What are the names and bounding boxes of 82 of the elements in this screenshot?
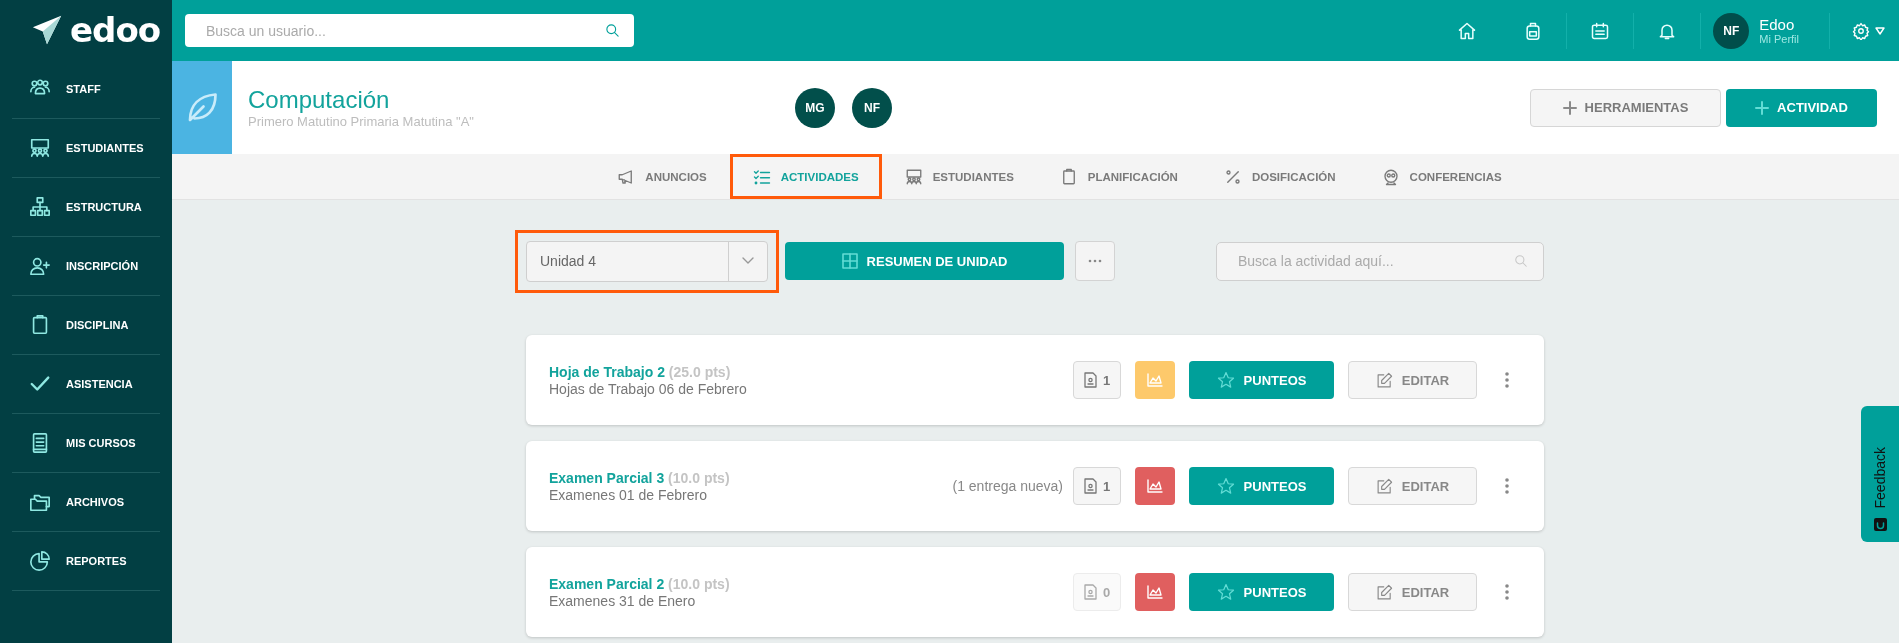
edit-button[interactable]: EDITAR	[1348, 573, 1477, 611]
grades-button[interactable]: PUNTEOS	[1189, 573, 1334, 611]
tab[interactable]: ESTUDIANTES	[881, 154, 1037, 199]
user-name: Edoo	[1759, 16, 1796, 33]
logo-text: edoo	[70, 13, 161, 47]
area-chart-icon	[1147, 479, 1163, 493]
chat-icon	[1873, 518, 1887, 531]
calendar-icon[interactable]	[1590, 20, 1611, 41]
ellipsis-icon	[1088, 259, 1102, 263]
classroom-icon	[904, 167, 923, 186]
area-chart-icon	[1147, 585, 1163, 599]
sidebar-item[interactable]: ESTUDIANTES	[66, 142, 144, 154]
activity-subtitle: Hojas de Trabajo 06 de Febrero	[549, 380, 747, 397]
search-icon	[1514, 253, 1528, 268]
course-title: Computación	[248, 86, 391, 114]
tab[interactable]: PLANIFICACIÓN	[1036, 154, 1201, 199]
kebab-menu-icon[interactable]	[1505, 372, 1509, 388]
add-user-icon	[29, 255, 51, 277]
edit-button[interactable]: EDITAR	[1348, 467, 1477, 505]
tab[interactable]: CONFERENCIAS	[1358, 154, 1525, 199]
profile-link[interactable]: Mi Perfil	[1759, 33, 1799, 45]
unit-dropdown[interactable]: Unidad 4	[526, 240, 768, 282]
teacher-avatar[interactable]: MG	[795, 87, 835, 128]
activity-title[interactable]: Examen Parcial 3 (10.0 pts)	[549, 469, 730, 486]
new-submission-note: (1 entrega nueva)	[952, 478, 1063, 494]
sidebar-item[interactable]: ARCHIVOS	[66, 496, 125, 508]
grid-icon	[841, 253, 858, 269]
classroom-icon	[29, 137, 51, 159]
star-icon	[1216, 583, 1235, 601]
document-icon	[1083, 584, 1097, 600]
activity-title[interactable]: Hoja de Trabajo 2 (25.0 pts)	[549, 363, 747, 380]
kebab-menu-icon[interactable]	[1505, 584, 1509, 600]
webcam-icon	[1381, 167, 1400, 186]
star-icon	[1216, 371, 1235, 389]
tools-button[interactable]: HERRAMIENTAS	[1530, 88, 1721, 127]
pie-chart-icon	[29, 550, 51, 572]
search-icon	[605, 23, 620, 38]
stats-button[interactable]	[1135, 573, 1175, 611]
teacher-avatar[interactable]: NF	[852, 87, 892, 128]
document-icon	[1083, 372, 1097, 388]
activity-search-field[interactable]: Busca la actividad aquí...	[1216, 241, 1544, 281]
sidebar-item[interactable]: ASISTENCIA	[66, 378, 133, 390]
submissions-button[interactable]: 1	[1073, 361, 1121, 399]
stats-button[interactable]	[1135, 467, 1175, 505]
caret-icon	[1875, 26, 1885, 35]
tab[interactable]: DOSIFICACIÓN	[1200, 154, 1359, 199]
sidebar-item[interactable]: INSCRIPCIÓN	[66, 260, 139, 272]
grades-button[interactable]: PUNTEOS	[1189, 361, 1334, 399]
unit-summary-button[interactable]: RESUMEN DE UNIDAD	[785, 242, 1064, 280]
sidebar-item[interactable]: DISCIPLINA	[66, 319, 129, 331]
settings-icon[interactable]	[1852, 21, 1870, 40]
add-activity-button[interactable]: ACTIVIDAD	[1726, 88, 1877, 127]
plus-icon	[1562, 100, 1577, 115]
sidebar-item[interactable]: STAFF	[66, 83, 101, 95]
percent-icon	[1223, 167, 1242, 186]
tab[interactable]: ACTIVIDADES	[729, 154, 882, 199]
area-chart-icon	[1147, 373, 1163, 387]
edit-button[interactable]: EDITAR	[1348, 361, 1477, 399]
submissions-button[interactable]: 1	[1073, 467, 1121, 505]
user-avatar[interactable]: NF	[1713, 12, 1750, 49]
sidebar-item[interactable]: REPORTES	[66, 555, 127, 567]
sidebar-item[interactable]: ESTRUCTURA	[66, 201, 142, 213]
activity-title[interactable]: Examen Parcial 2 (10.0 pts)	[549, 575, 730, 592]
star-icon	[1216, 477, 1235, 495]
home-icon[interactable]	[1457, 20, 1478, 41]
edit-icon	[1375, 477, 1393, 495]
document-icon	[1083, 478, 1097, 494]
hierarchy-icon	[29, 196, 51, 218]
course-subtitle: Primero Matutino Primaria Matutina "A"	[248, 114, 475, 129]
chevron-icon	[742, 257, 754, 265]
edit-icon	[1375, 371, 1393, 389]
sidebar-item[interactable]: MIS CURSOS	[66, 437, 136, 449]
edit-icon	[1375, 583, 1393, 601]
kebab-menu-icon[interactable]	[1505, 478, 1509, 494]
checklist-icon	[752, 167, 771, 186]
plus-icon	[1755, 100, 1770, 115]
activity-subtitle: Examenes 01 de Febrero	[549, 486, 708, 503]
tab[interactable]: ANUNCIOS	[594, 154, 730, 199]
search-field[interactable]: Busca un usuario...	[185, 14, 634, 47]
grades-button[interactable]: PUNTEOS	[1189, 467, 1334, 505]
feedback-tab[interactable]: Feedback	[1872, 446, 1888, 508]
activity-subtitle: Examenes 31 de Enero	[549, 592, 697, 609]
